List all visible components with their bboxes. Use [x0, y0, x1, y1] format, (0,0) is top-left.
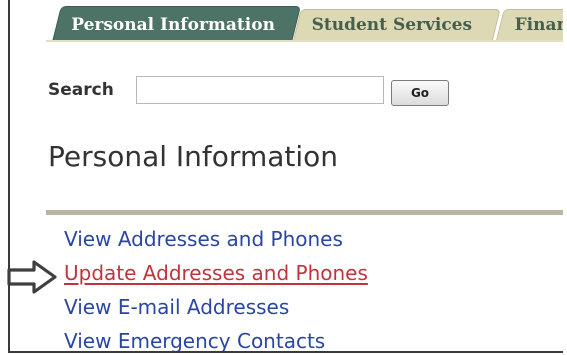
section-divider	[46, 210, 563, 215]
search-input[interactable]	[136, 76, 384, 104]
tab-student-services[interactable]: Student Services	[293, 9, 501, 40]
tab-bar: Financ Student Services Personal Informa…	[10, 0, 563, 42]
tab-finance[interactable]: Financ	[496, 9, 563, 40]
tab-personal-information[interactable]: Personal Information	[52, 6, 301, 42]
tab-finance-label: Financ	[514, 15, 563, 35]
page-frame: Financ Student Services Personal Informa…	[8, 0, 563, 353]
search-label: Search	[48, 80, 114, 100]
view-addresses-link[interactable]: View Addresses and Phones	[64, 227, 343, 251]
page-title: Personal Information	[48, 140, 339, 173]
tab-student-services-label: Student Services	[311, 15, 473, 35]
right-arrow-icon	[7, 260, 57, 294]
tab-personal-information-label: Personal Information	[71, 15, 275, 35]
view-emergency-contacts-link[interactable]: View Emergency Contacts	[64, 329, 325, 351]
go-button[interactable]: Go	[391, 80, 449, 106]
view-email-link[interactable]: View E-mail Addresses	[64, 295, 289, 319]
update-addresses-link[interactable]: Update Addresses and Phones	[64, 261, 368, 285]
tab-bar-baseline	[46, 40, 563, 42]
